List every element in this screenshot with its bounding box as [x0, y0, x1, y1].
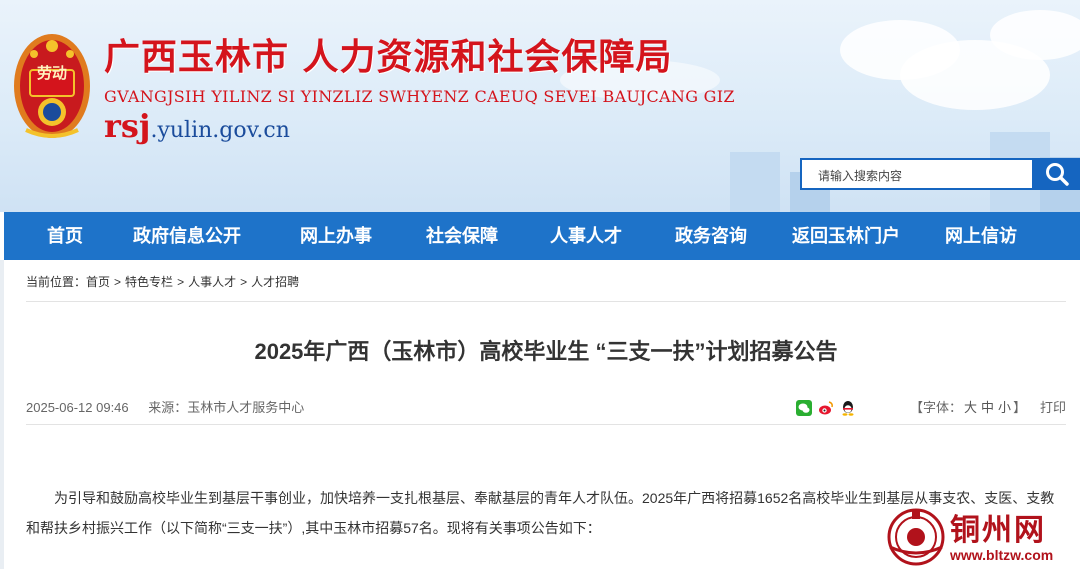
- site-banner: 劳动 广西玉林市 人力资源和社会保障局 GVANGJSIH YILINZ SI …: [0, 0, 1080, 212]
- watermark: 铜州网 www.bltzw.com: [886, 505, 1080, 569]
- divider: [26, 301, 1066, 302]
- nav-item-return-portal[interactable]: 返回玉林门户: [774, 212, 918, 260]
- main-nav: 首页 政府信息公开 网上办事 社会保障 人事人才 政务咨询 返回玉林门户 网上信…: [0, 212, 1080, 260]
- article-meta: 2025-06-12 09:46 来源：玉林市人才服务中心: [26, 397, 304, 416]
- font-size-small[interactable]: 小: [998, 400, 1011, 415]
- nav-item-consulting[interactable]: 政务咨询: [648, 212, 774, 260]
- watermark-name: 铜州网: [950, 513, 1046, 548]
- nav-item-personnel[interactable]: 人事人才: [524, 212, 648, 260]
- breadcrumb-separator: >: [240, 275, 248, 289]
- watermark-logo-icon: [887, 508, 945, 566]
- domain-suffix: .yulin.gov.cn: [150, 118, 290, 143]
- breadcrumb-features[interactable]: 特色专栏: [125, 275, 173, 289]
- site-pinyin: GVANGJSIH YILINZ SI YINZLIZ SWHYENZ CAEU…: [104, 87, 735, 106]
- font-size-large[interactable]: 大: [964, 400, 977, 415]
- font-size-label-close: 】: [1013, 400, 1027, 415]
- article-title: 2025年广西（玉林市）高校毕业生 “三支一扶”计划招募公告: [254, 339, 838, 364]
- weibo-icon[interactable]: [818, 400, 834, 416]
- font-size-label-open: 【字体：: [910, 400, 963, 415]
- nav-item-gov-info[interactable]: 政府信息公开: [126, 212, 248, 260]
- watermark-url: www.bltzw.com: [950, 547, 1054, 563]
- nav-item-online-service[interactable]: 网上办事: [272, 212, 400, 260]
- source-name: 玉林市人才服务中心: [187, 400, 305, 415]
- nav-item-social-security[interactable]: 社会保障: [400, 212, 524, 260]
- nav-item-home[interactable]: 首页: [4, 212, 126, 260]
- breadcrumb-personnel[interactable]: 人事人才: [188, 275, 236, 289]
- search-icon: [1046, 163, 1069, 186]
- breadcrumb-separator: >: [177, 275, 185, 289]
- source-label: 来源：: [148, 400, 188, 415]
- site-title: 广西玉林市 人力资源和社会保障局: [104, 36, 673, 78]
- search-input[interactable]: 请输入搜索内容: [800, 158, 1034, 190]
- share-bar: [796, 400, 856, 416]
- nav-item-petition[interactable]: 网上信访: [918, 212, 1044, 260]
- breadcrumb-label: 当前位置：: [26, 275, 87, 289]
- qq-icon[interactable]: [840, 400, 856, 416]
- labor-emblem-icon: [14, 34, 90, 138]
- breadcrumb-recruitment[interactable]: 人才招聘: [251, 275, 299, 289]
- wechat-icon[interactable]: [796, 400, 812, 416]
- emblem-text: 劳动: [36, 64, 67, 82]
- print-button[interactable]: 打印: [1040, 397, 1066, 416]
- site-domain: rsj.yulin.gov.cn: [104, 107, 290, 145]
- divider: [26, 424, 1066, 425]
- cloud-decoration: [990, 10, 1080, 60]
- domain-prefix: rsj: [104, 107, 151, 145]
- breadcrumb: 当前位置：首页 > 特色专栏 > 人事人才 > 人才招聘: [26, 273, 299, 290]
- font-size-control: 【字体：大中小】: [910, 397, 1026, 416]
- publish-date: 2025-06-12 09:46: [26, 400, 129, 415]
- breadcrumb-separator: >: [114, 275, 122, 289]
- search-button[interactable]: [1034, 158, 1080, 190]
- breadcrumb-home[interactable]: 首页: [86, 275, 110, 289]
- building-decoration: [730, 152, 780, 212]
- font-size-medium[interactable]: 中: [981, 400, 994, 415]
